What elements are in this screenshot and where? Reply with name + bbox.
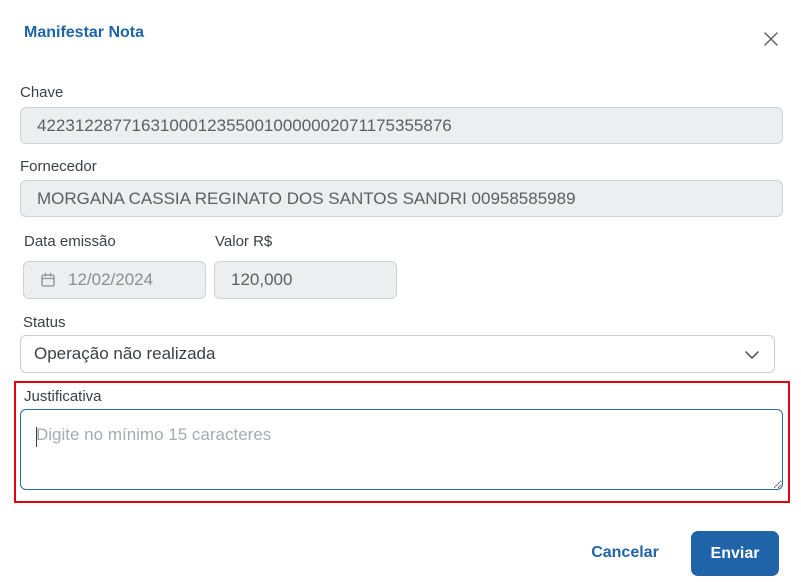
status-label: Status [23, 314, 66, 331]
text-cursor [36, 427, 37, 447]
close-icon[interactable] [762, 30, 780, 48]
status-select[interactable]: Operação não realizada [20, 335, 775, 373]
chevron-down-icon [745, 351, 759, 359]
data-emissao-field: 12/02/2024 [23, 261, 206, 299]
justificativa-label: Justificativa [24, 388, 102, 405]
cancel-button[interactable]: Cancelar [583, 531, 667, 575]
valor-value: 120,000 [231, 270, 293, 289]
chave-label: Chave [20, 84, 64, 101]
fornecedor-field: MORGANA CASSIA REGINATO DOS SANTOS SANDR… [20, 180, 783, 217]
fornecedor-label: Fornecedor [20, 158, 97, 175]
fornecedor-value: MORGANA CASSIA REGINATO DOS SANTOS SANDR… [37, 188, 576, 208]
submit-button[interactable]: Enviar [691, 531, 779, 576]
data-emissao-value: 12/02/2024 [68, 270, 154, 289]
valor-field: 120,000 [214, 261, 397, 299]
status-selected-value: Operação não realizada [34, 344, 216, 363]
valor-label: Valor R$ [215, 233, 273, 250]
calendar-icon [41, 272, 55, 287]
chave-field: 4223122877163100012355001000000207117535… [20, 107, 783, 144]
chave-value: 4223122877163100012355001000000207117535… [37, 115, 452, 135]
justificativa-textarea[interactable] [20, 409, 783, 490]
data-emissao-label: Data emissão [24, 233, 116, 250]
dialog-title: Manifestar Nota [24, 24, 145, 41]
manifestar-nota-dialog: Manifestar Nota Chave 422312287716310001… [0, 0, 801, 582]
